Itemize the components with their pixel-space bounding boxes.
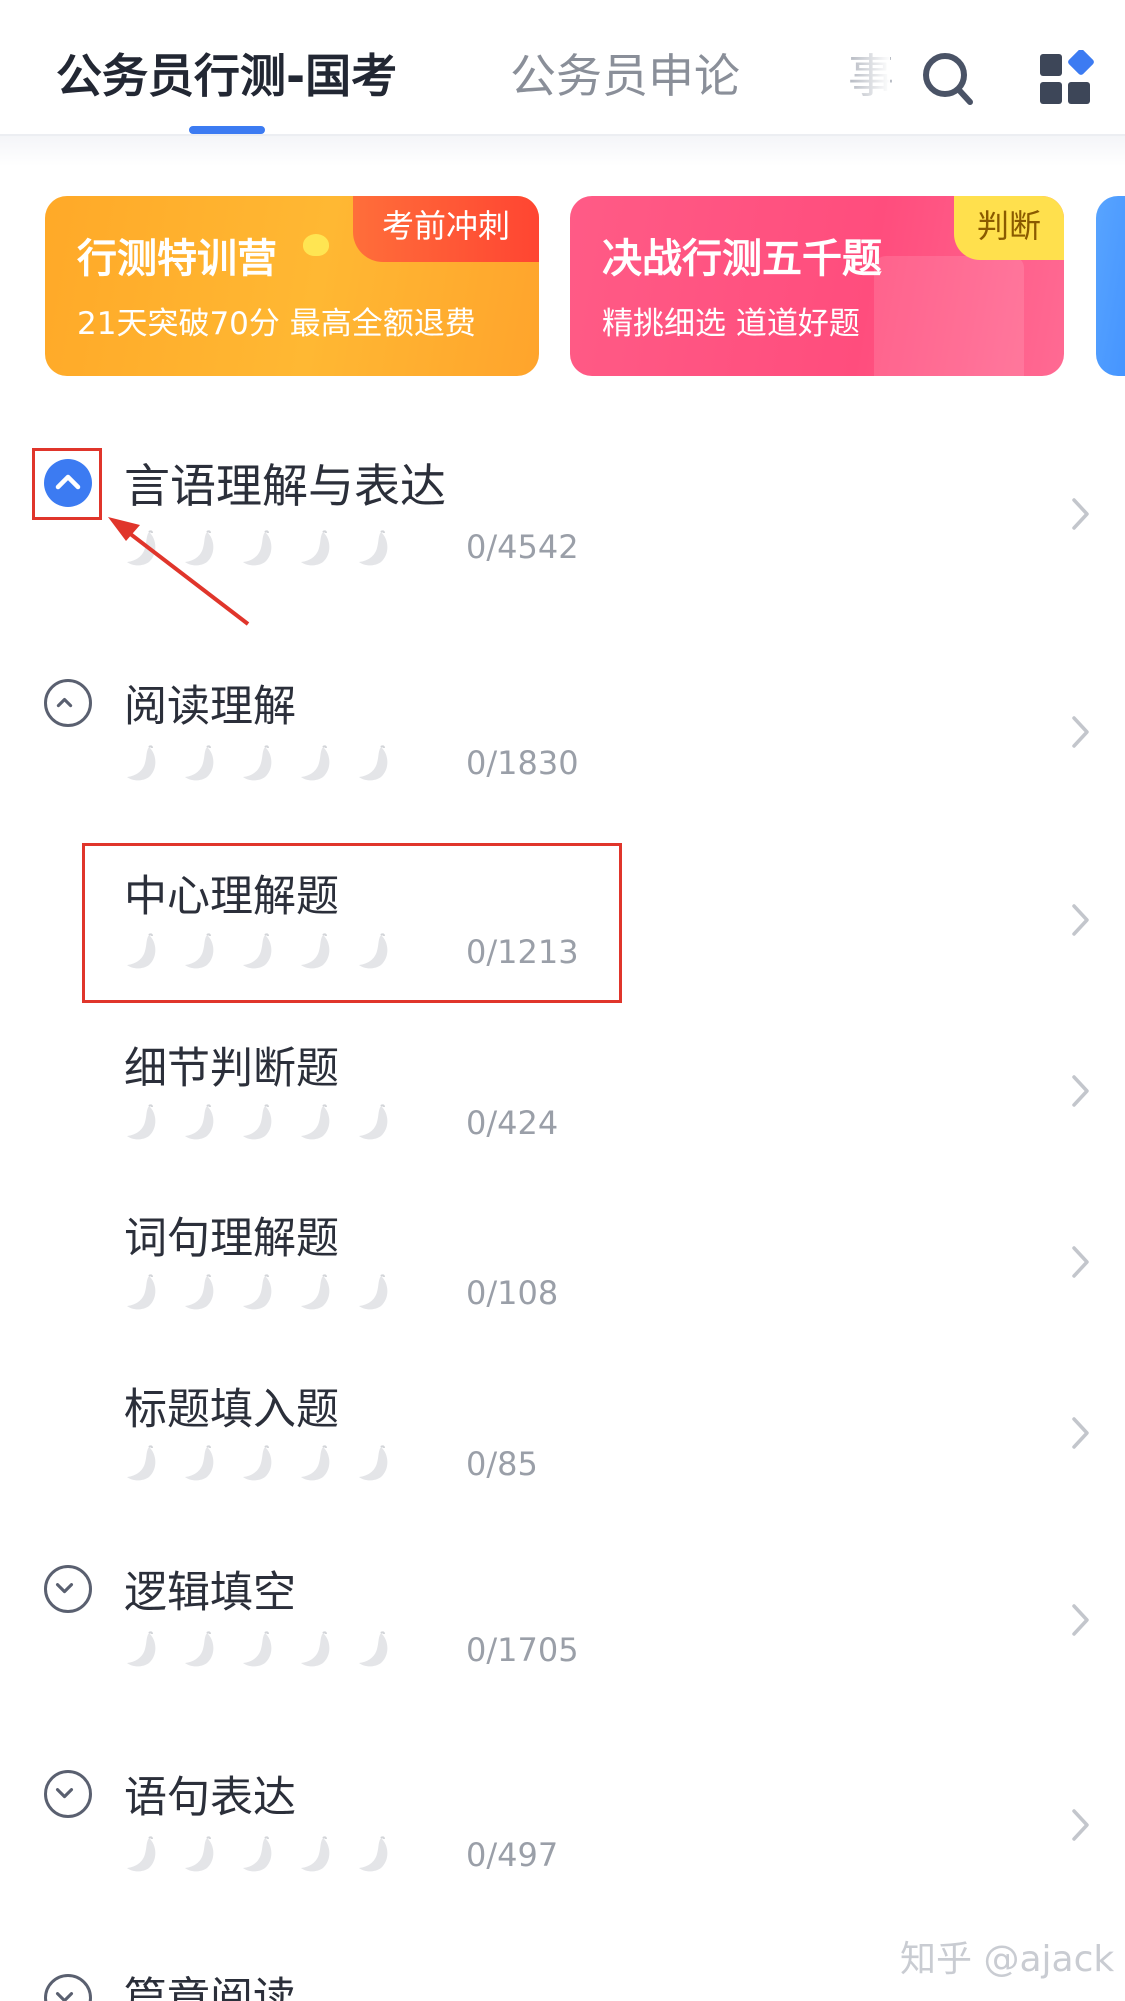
- banner-tag: 考前冲刺: [353, 196, 539, 262]
- banana-icon: [182, 529, 222, 569]
- banana-icon: [356, 1630, 396, 1670]
- banana-icon: [182, 1444, 222, 1484]
- banana-icon: [182, 1630, 222, 1670]
- chevron-right-icon: [1072, 716, 1089, 748]
- banner-subtitle: 21天突破70分 最高全额退费: [77, 306, 476, 342]
- banana-icon: [240, 1835, 280, 1875]
- annotation-box-item: [82, 843, 622, 1003]
- book-decoration: [874, 256, 1024, 376]
- banner-training-camp[interactable]: 行测特训营 21天突破70分 最高全额退费 考前冲刺: [45, 196, 539, 376]
- watermark: 知乎 @ajack: [900, 1939, 1115, 1980]
- category-title: 逻辑填空: [124, 1568, 296, 1618]
- progress-count: 0/497: [466, 1836, 559, 1874]
- banana-rating: [124, 744, 396, 784]
- banana-icon: [240, 529, 280, 569]
- banana-rating: [124, 1273, 396, 1313]
- banana-icon: [298, 1835, 338, 1875]
- banana-rating: [124, 1444, 396, 1484]
- progress-count: 0/85: [466, 1445, 538, 1483]
- expand-toggle-icon[interactable]: [44, 1770, 92, 1818]
- banana-icon: [124, 1835, 164, 1875]
- banner-subtitle: 精挑细选 道道好题: [602, 306, 860, 342]
- collapse-toggle-icon[interactable]: [44, 679, 92, 727]
- banana-icon: [124, 744, 164, 784]
- banana-icon: [124, 529, 164, 569]
- banana-icon: [298, 1273, 338, 1313]
- tab-fade-overlay: [850, 40, 890, 120]
- decor-dot: [303, 234, 329, 256]
- banana-icon: [124, 1273, 164, 1313]
- category-title: 言语理解与表达: [124, 459, 446, 513]
- category-title: 阅读理解: [124, 682, 296, 732]
- banana-icon: [356, 1273, 396, 1313]
- header-shadow: [0, 136, 1125, 166]
- active-tab-indicator: [189, 126, 265, 134]
- banana-icon: [356, 744, 396, 784]
- banana-rating: [124, 1103, 396, 1143]
- banana-rating: [124, 529, 396, 569]
- banner-partial[interactable]: [1096, 196, 1125, 376]
- chevron-right-icon: [1072, 1604, 1089, 1636]
- banana-rating: [124, 1835, 396, 1875]
- chevron-right-icon: [1072, 498, 1089, 530]
- tab-xingce-guokao[interactable]: 公务员行测-国考: [56, 44, 397, 108]
- category-title: 篇章阅读: [124, 1974, 296, 2001]
- apps-grid-icon[interactable]: [1038, 49, 1096, 108]
- banana-icon: [240, 1273, 280, 1313]
- category-title: 标题填入题: [124, 1385, 339, 1435]
- top-tab-bar: 公务员行测-国考 公务员申论 事: [0, 0, 1125, 136]
- banana-icon: [298, 1444, 338, 1484]
- banana-icon: [124, 1444, 164, 1484]
- banana-icon: [182, 1103, 222, 1143]
- banana-rating: [124, 1630, 396, 1670]
- chevron-right-icon: [1072, 1246, 1089, 1278]
- chevron-right-icon: [1072, 1809, 1089, 1841]
- banana-icon: [240, 744, 280, 784]
- banana-icon: [182, 1273, 222, 1313]
- banana-icon: [356, 529, 396, 569]
- progress-count: 0/1705: [466, 1631, 579, 1669]
- banana-icon: [298, 1630, 338, 1670]
- progress-count: 0/424: [466, 1104, 559, 1142]
- banana-icon: [298, 1103, 338, 1143]
- tab-shenlun[interactable]: 公务员申论: [510, 44, 740, 108]
- banana-icon: [356, 1103, 396, 1143]
- banana-icon: [356, 1835, 396, 1875]
- search-icon[interactable]: [920, 48, 976, 108]
- category-title: 语句表达: [124, 1773, 296, 1823]
- banner-five-thousand[interactable]: 决战行测五千题 精挑细选 道道好题 判断: [570, 196, 1064, 376]
- banana-icon: [124, 1630, 164, 1670]
- chevron-right-icon: [1072, 1075, 1089, 1107]
- annotation-box-toggle: [32, 448, 102, 520]
- banner-tag: 判断: [954, 196, 1064, 260]
- banner-title: 决战行测五千题: [602, 236, 882, 282]
- expand-toggle-icon[interactable]: [44, 1565, 92, 1613]
- banana-icon: [240, 1103, 280, 1143]
- expand-toggle-icon[interactable]: [44, 1974, 92, 2001]
- category-title: 细节判断题: [124, 1044, 339, 1094]
- banana-icon: [298, 529, 338, 569]
- banana-icon: [356, 1444, 396, 1484]
- chevron-right-icon: [1072, 904, 1089, 936]
- category-title: 词句理解题: [124, 1214, 339, 1264]
- progress-count: 0/1830: [466, 744, 579, 782]
- banana-icon: [240, 1630, 280, 1670]
- progress-count: 0/4542: [466, 528, 579, 566]
- banana-icon: [240, 1444, 280, 1484]
- chevron-right-icon: [1072, 1417, 1089, 1449]
- banana-icon: [298, 744, 338, 784]
- banana-icon: [124, 1103, 164, 1143]
- banner-title: 行测特训营: [77, 236, 277, 282]
- banana-icon: [182, 744, 222, 784]
- progress-count: 0/108: [466, 1274, 559, 1312]
- banana-icon: [182, 1835, 222, 1875]
